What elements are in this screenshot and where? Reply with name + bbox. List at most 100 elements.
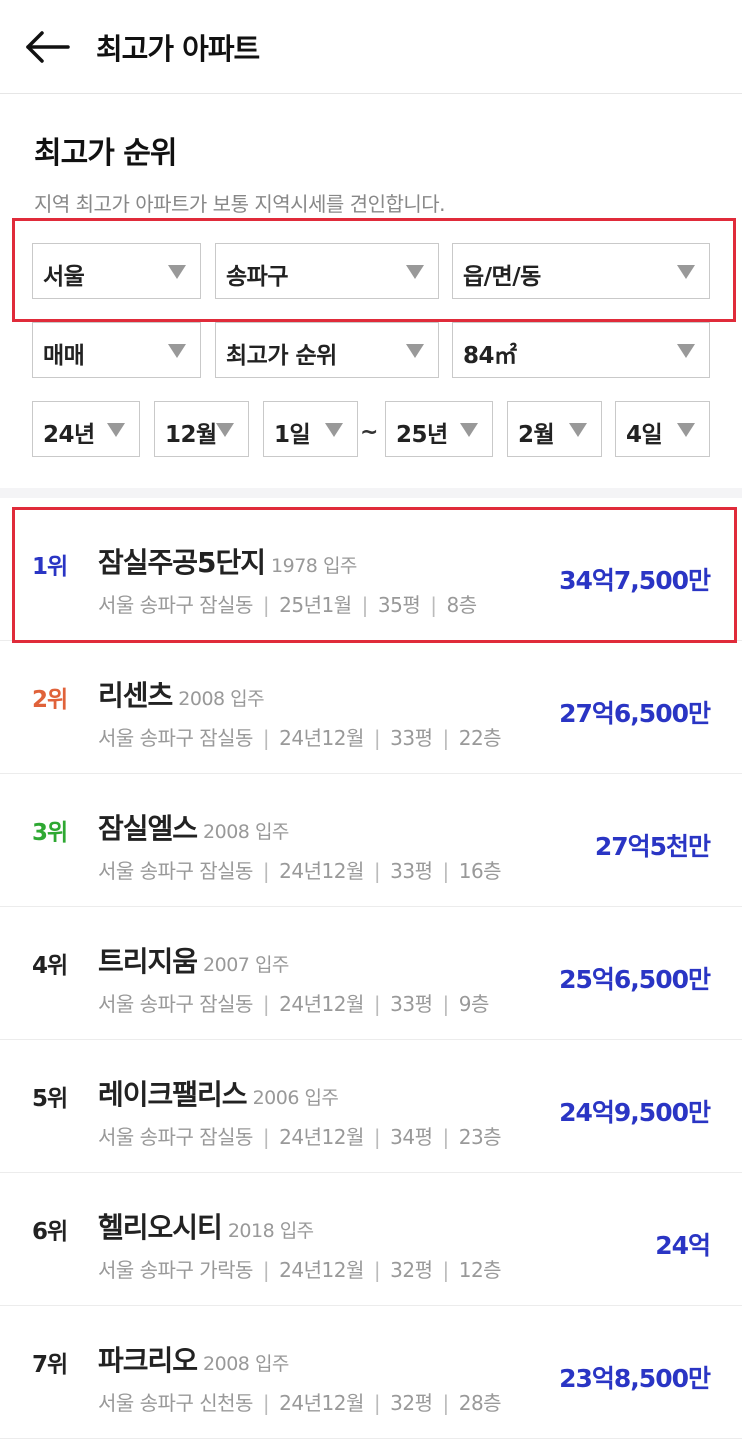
separator: | bbox=[373, 1258, 381, 1282]
apartment-name-text: 헬리오시티 bbox=[98, 1211, 223, 1244]
apartment-name: 트리지움 2007 입주 bbox=[98, 940, 289, 980]
dropdown-caret-icon bbox=[569, 423, 587, 437]
dropdown-caret-icon bbox=[460, 423, 478, 437]
price-text: 24억 bbox=[655, 1231, 711, 1260]
separator: | bbox=[442, 726, 449, 750]
back-arrow-icon[interactable] bbox=[24, 28, 70, 66]
location-text: 서울 송파구 잠실동 bbox=[98, 992, 253, 1016]
deal-date: 24년12월 bbox=[279, 859, 364, 883]
ranking-row[interactable]: 2위 리센츠 2008 입주 서울 송파구 잠실동 | 24년12월 | 33평 | 22층 … bbox=[0, 642, 742, 774]
section-title: 최고가 순위 bbox=[34, 136, 177, 171]
location-text: 서울 송파구 잠실동 bbox=[98, 859, 253, 883]
deal-date: 24년12월 bbox=[279, 1391, 364, 1415]
rank-label: 3위 bbox=[32, 820, 68, 846]
floor-text: 16층 bbox=[458, 859, 502, 883]
rank-label: 6위 bbox=[32, 1219, 68, 1245]
floor-text: 28층 bbox=[458, 1391, 502, 1415]
apartment-name: 레이크팰리스 2006 입주 bbox=[98, 1073, 339, 1113]
date-range-separator: ~ bbox=[360, 420, 379, 445]
deal-date: 24년12월 bbox=[279, 992, 364, 1016]
separator: | bbox=[373, 859, 381, 883]
location-text: 서울 송파구 신천동 bbox=[98, 1391, 253, 1415]
floor-text: 22층 bbox=[458, 726, 502, 750]
location-text: 서울 송파구 잠실동 bbox=[98, 1125, 253, 1149]
separator: | bbox=[442, 1125, 449, 1149]
deal-date: 24년12월 bbox=[279, 726, 364, 750]
move-in-year: 2007 입주 bbox=[203, 954, 289, 976]
dropdown-caret-icon bbox=[107, 423, 125, 437]
apartment-name-text: 리센츠 bbox=[98, 679, 173, 712]
separator: | bbox=[262, 859, 270, 883]
ranking-row[interactable]: 6위 헬리오시티 2018 입주 서울 송파구 가락동 | 24년12월 | 32평 | 12… bbox=[0, 1174, 742, 1306]
rank-label: 7위 bbox=[32, 1352, 68, 1378]
end-day-value: 4일 bbox=[626, 422, 663, 448]
ranking-row[interactable]: 3위 잠실엘스 2008 입주 서울 송파구 잠실동 | 24년12월 | 33평 | 16층… bbox=[0, 775, 742, 907]
location-text: 서울 송파구 가락동 bbox=[98, 1258, 253, 1282]
separator: | bbox=[373, 1125, 381, 1149]
size-text: 33평 bbox=[390, 859, 433, 883]
start-year-select[interactable]: 24년 bbox=[32, 401, 140, 457]
deal-type-select-value: 매매 bbox=[43, 343, 85, 369]
area-select-value: 84㎡ bbox=[463, 343, 517, 369]
apartment-meta: 서울 송파구 잠실동 | 24년12월 | 33평 | 9층 bbox=[98, 988, 489, 1017]
dropdown-caret-icon bbox=[406, 344, 424, 358]
deal-date: 24년12월 bbox=[279, 1125, 364, 1149]
top-result-highlight-box bbox=[12, 507, 737, 643]
apartment-meta: 서울 송파구 잠실동 | 24년12월 | 33평 | 22층 bbox=[98, 722, 502, 751]
rank-label: 2위 bbox=[32, 687, 68, 713]
separator: | bbox=[442, 859, 449, 883]
apartment-meta: 서울 송파구 가락동 | 24년12월 | 32평 | 12층 bbox=[98, 1254, 502, 1283]
move-in-year: 2008 입주 bbox=[203, 821, 289, 843]
apartment-name: 잠실엘스 2008 입주 bbox=[98, 807, 289, 847]
floor-text: 12층 bbox=[458, 1258, 502, 1282]
dropdown-caret-icon bbox=[677, 423, 695, 437]
end-month-value: 2월 bbox=[518, 422, 555, 448]
separator: | bbox=[373, 992, 381, 1016]
page-title: 최고가 아파트 bbox=[96, 32, 260, 66]
separator: | bbox=[262, 1391, 270, 1415]
start-month-select[interactable]: 12월 bbox=[154, 401, 249, 457]
separator: | bbox=[262, 992, 270, 1016]
dropdown-caret-icon bbox=[677, 344, 695, 358]
apartment-meta: 서울 송파구 잠실동 | 24년12월 | 33평 | 16층 bbox=[98, 855, 502, 884]
sort-select-value: 최고가 순위 bbox=[226, 343, 337, 369]
sort-select[interactable]: 최고가 순위 bbox=[215, 322, 439, 378]
end-month-select[interactable]: 2월 bbox=[507, 401, 602, 457]
ranking-row[interactable]: 7위 파크리오 2008 입주 서울 송파구 신천동 | 24년12월 | 32평 | 28층… bbox=[0, 1307, 742, 1439]
ranking-row[interactable]: 4위 트리지움 2007 입주 서울 송파구 잠실동 | 24년12월 | 33평 | 9층 … bbox=[0, 908, 742, 1040]
apartment-name: 파크리오 2008 입주 bbox=[98, 1339, 289, 1379]
end-year-value: 25년 bbox=[396, 422, 448, 448]
price-text: 24억9,500만 bbox=[559, 1098, 711, 1127]
start-day-select[interactable]: 1일 bbox=[263, 401, 358, 457]
apartment-name-text: 파크리오 bbox=[98, 1344, 198, 1377]
apartment-name-text: 트리지움 bbox=[98, 945, 198, 978]
dropdown-caret-icon bbox=[216, 423, 234, 437]
area-select[interactable]: 84㎡ bbox=[452, 322, 710, 378]
apartment-meta: 서울 송파구 신천동 | 24년12월 | 32평 | 28층 bbox=[98, 1387, 502, 1416]
price-text: 25억6,500만 bbox=[559, 965, 711, 994]
size-text: 32평 bbox=[390, 1258, 433, 1282]
move-in-year: 2008 입주 bbox=[203, 1353, 289, 1375]
price-text: 27억5천만 bbox=[594, 832, 711, 861]
start-day-value: 1일 bbox=[274, 422, 311, 448]
size-text: 33평 bbox=[390, 726, 433, 750]
ranking-row[interactable]: 5위 레이크팰리스 2006 입주 서울 송파구 잠실동 | 24년12월 | 34평 | 2… bbox=[0, 1041, 742, 1173]
separator: | bbox=[262, 1125, 270, 1149]
start-year-value: 24년 bbox=[43, 422, 95, 448]
end-year-select[interactable]: 25년 bbox=[385, 401, 493, 457]
end-day-select[interactable]: 4일 bbox=[615, 401, 710, 457]
start-month-value: 12월 bbox=[165, 422, 217, 448]
separator: | bbox=[442, 992, 449, 1016]
app-header: 최고가 아파트 bbox=[0, 0, 742, 94]
move-in-year: 2008 입주 bbox=[178, 688, 265, 710]
separator: | bbox=[262, 726, 270, 750]
size-text: 34평 bbox=[390, 1125, 433, 1149]
filter-highlight-box bbox=[12, 218, 736, 322]
apartment-name-text: 레이크팰리스 bbox=[98, 1078, 248, 1111]
deal-type-select[interactable]: 매매 bbox=[32, 322, 201, 378]
size-text: 32평 bbox=[390, 1391, 433, 1415]
separator: | bbox=[373, 726, 381, 750]
price-text: 23억8,500만 bbox=[559, 1364, 711, 1393]
rank-label: 5위 bbox=[32, 1086, 68, 1112]
dropdown-caret-icon bbox=[168, 344, 186, 358]
